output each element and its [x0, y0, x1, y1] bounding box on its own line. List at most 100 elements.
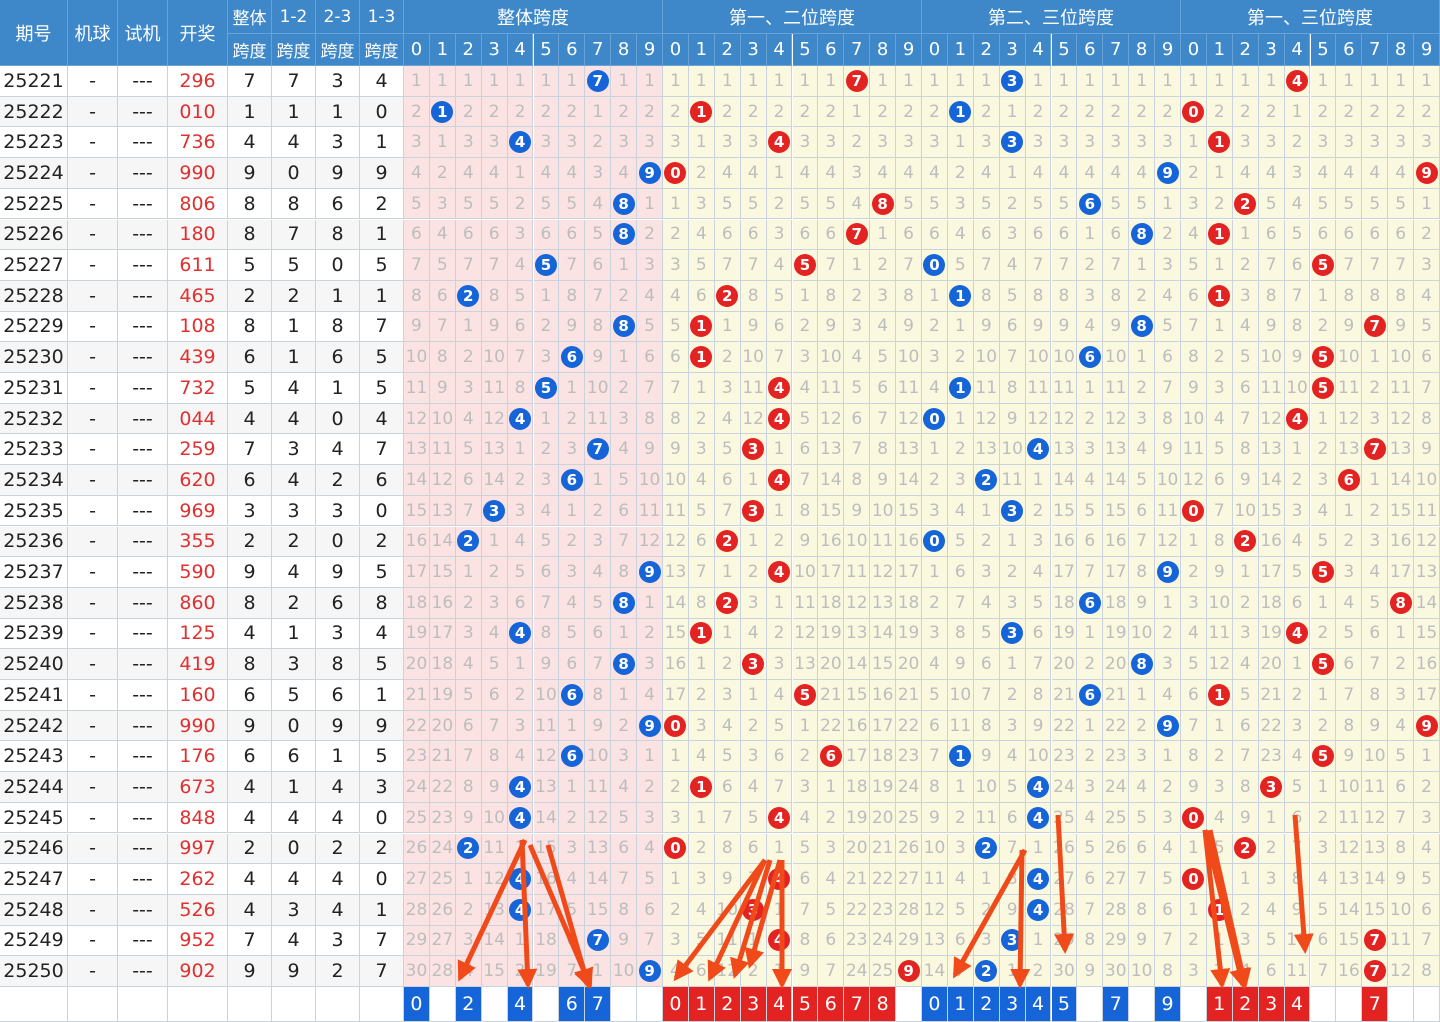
trend-cell: 3	[844, 311, 871, 343]
row-period: 25224	[0, 158, 68, 189]
digit-header: 1	[947, 34, 974, 66]
digit-header: 6	[1077, 34, 1104, 66]
trend-cell: 3	[507, 710, 534, 742]
trend-cell: 2	[947, 158, 974, 189]
trend-cell: 6	[663, 342, 689, 373]
trend-cell: 22	[429, 772, 456, 803]
trend-cell: 5	[1414, 864, 1440, 895]
digit-header: 0	[404, 34, 430, 66]
row-draw: 465	[168, 280, 228, 312]
hit-ball: 4	[768, 407, 791, 430]
hit-ball: 4	[768, 929, 791, 952]
row-s23: 0	[316, 250, 360, 281]
trend-cell: 4	[1025, 894, 1052, 926]
trend-cell: 1	[688, 802, 715, 834]
trend-cell: 2	[507, 956, 534, 987]
row-draw: 673	[168, 772, 228, 803]
trend-cell: 1	[1206, 311, 1233, 343]
row-machine: -	[68, 158, 118, 189]
trend-cell: 2	[922, 587, 948, 619]
row-s12: 1	[272, 311, 316, 343]
row-draw: 611	[168, 250, 228, 281]
trend-cell: 2	[1284, 680, 1311, 711]
digit-header: 3	[1258, 34, 1285, 66]
trend-cell: 12	[1181, 465, 1207, 496]
trend-cell: 15	[1051, 495, 1078, 527]
row-trial: ---	[118, 618, 168, 650]
trend-cell: 3	[714, 373, 741, 404]
row-draw: 439	[168, 342, 228, 373]
trend-cell: 17	[533, 894, 560, 926]
row-s13: 5	[360, 649, 404, 680]
digit-header: 0	[663, 34, 689, 66]
trend-cell: 18	[870, 741, 897, 773]
hit-ball: 6	[819, 745, 842, 768]
digit-header: 5	[1051, 34, 1078, 66]
trend-cell: 12	[1258, 403, 1285, 435]
trend-cell: 8	[947, 618, 974, 650]
trend-cell: 4	[455, 649, 482, 680]
trend-cell: 17	[663, 680, 689, 711]
trend-cell: 3	[1129, 403, 1156, 435]
trend-cell: 23	[870, 894, 897, 926]
trend-cell: 18	[818, 587, 845, 619]
trend-cell: 22	[404, 710, 430, 742]
hit-ball: 5	[1311, 254, 1334, 277]
trend-cell: 7	[663, 373, 689, 404]
trend-cell: 2	[844, 127, 871, 159]
trend-cell: 5	[1232, 680, 1259, 711]
trend-cell: 4	[1025, 802, 1052, 834]
trend-cell: 3	[922, 342, 948, 373]
trend-cell: 6	[455, 710, 482, 742]
trend-cell: 2	[481, 96, 508, 128]
trend-cell: 23	[1258, 741, 1285, 773]
trend-cell: 15	[1388, 495, 1415, 527]
trend-cell: 5	[1310, 188, 1337, 220]
trend-cell: 1	[663, 864, 689, 895]
trend-cell: 6	[1310, 219, 1337, 251]
trend-cell: 7	[999, 342, 1026, 373]
trend-cell: 1	[1310, 403, 1337, 435]
row-machine: -	[68, 618, 118, 650]
row-st: 4	[228, 618, 272, 650]
summary-blank	[272, 987, 316, 1022]
row-s13: 4	[360, 66, 404, 97]
trend-cell: 6	[1414, 342, 1440, 373]
row-draw: 526	[168, 894, 228, 926]
trend-cell: 8	[870, 188, 897, 220]
summary-blank	[360, 987, 404, 1022]
trend-cell: 7	[1336, 680, 1363, 711]
trend-cell: 7	[585, 925, 612, 957]
trend-cell: 3	[1232, 618, 1259, 650]
header-trial: 试机	[118, 0, 168, 66]
trend-cell: 2	[818, 96, 845, 128]
trend-cell: 15	[481, 956, 508, 987]
row-machine: -	[68, 833, 118, 865]
trend-cell: 5	[1206, 833, 1233, 865]
trend-cell: 9	[947, 649, 974, 680]
trend-cell: 15	[844, 680, 871, 711]
trend-cell: 5	[818, 188, 845, 220]
trend-cell: 6	[1129, 833, 1156, 865]
row-st: 8	[228, 188, 272, 220]
trend-cell: 19	[844, 802, 871, 834]
trend-cell: 5	[1155, 311, 1181, 343]
trend-cell: 27	[896, 864, 922, 895]
trend-cell: 13	[1336, 864, 1363, 895]
trend-cell: 6	[818, 741, 845, 773]
trend-cell: 8	[1025, 280, 1052, 312]
trend-cell: 1	[507, 833, 534, 865]
hit-ball: 6	[1078, 346, 1101, 369]
trend-cell: 3	[999, 219, 1026, 251]
trend-cell: 3	[559, 434, 586, 466]
trend-cell: 8	[559, 280, 586, 312]
trend-cell: 9	[1258, 311, 1285, 343]
trend-cell: 19	[1258, 618, 1285, 650]
trend-cell: 2	[973, 526, 1000, 558]
trend-cell: 4	[507, 894, 534, 926]
trend-cell: 6	[870, 373, 897, 404]
trend-cell: 5	[1077, 833, 1104, 865]
row-draw: 259	[168, 434, 228, 466]
row-trial: ---	[118, 342, 168, 373]
trend-cell: 1	[1077, 618, 1104, 650]
